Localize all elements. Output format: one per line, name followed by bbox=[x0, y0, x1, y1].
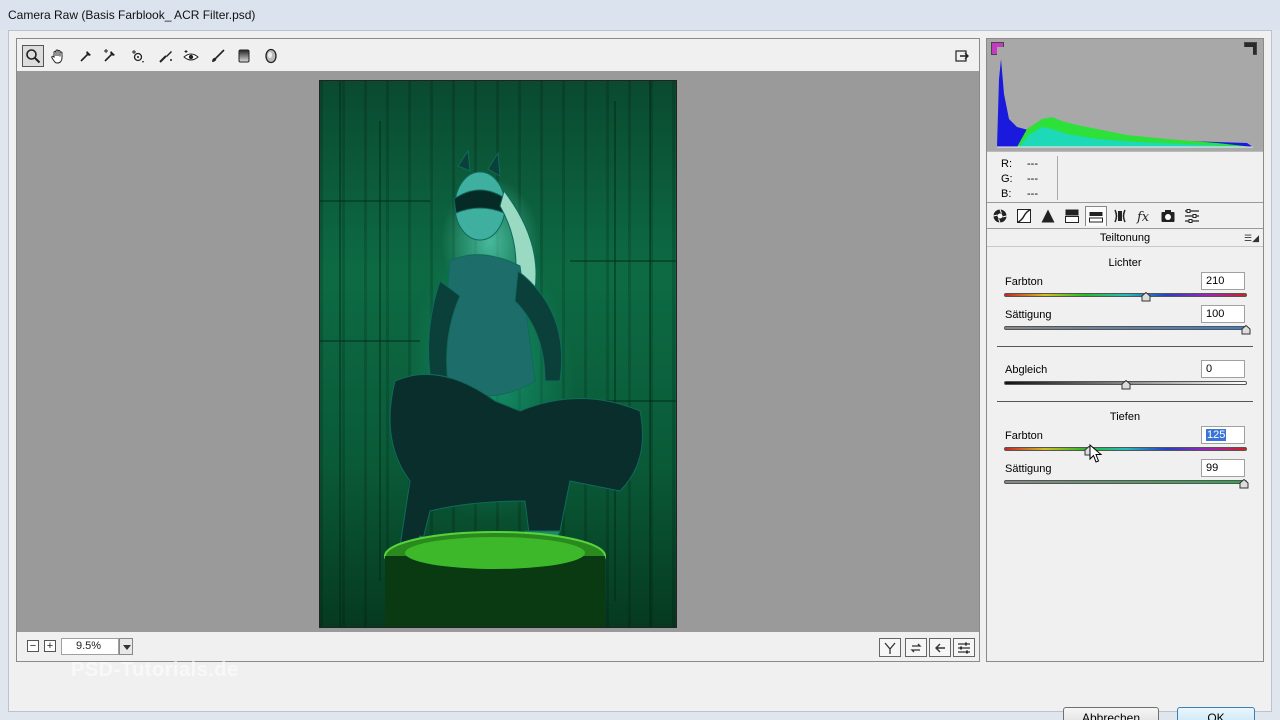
shadows-hue-value: 125 bbox=[1206, 429, 1227, 441]
white-balance-icon[interactable] bbox=[75, 45, 97, 67]
presets-icon bbox=[1185, 209, 1199, 223]
aperture-icon bbox=[993, 209, 1007, 223]
tab-hsl[interactable] bbox=[1061, 206, 1083, 226]
fx-icon: fx bbox=[1136, 210, 1150, 224]
targeted-adjustment-icon[interactable] bbox=[127, 45, 149, 67]
panel-menu-icon[interactable]: ☰◢ bbox=[1244, 233, 1259, 244]
camera-icon bbox=[1161, 210, 1175, 222]
swap-icon bbox=[910, 643, 922, 652]
balance-label: Abgleich bbox=[1005, 364, 1048, 376]
graduated-filter-icon[interactable] bbox=[233, 45, 255, 67]
adjustment-brush-icon[interactable] bbox=[207, 45, 229, 67]
histogram bbox=[987, 39, 1263, 151]
highlights-saturation-label: Sättigung bbox=[1005, 309, 1052, 321]
window-title: Camera Raw (Basis Farblook_ ACR Filter.p… bbox=[8, 8, 256, 22]
g-label: G: bbox=[1001, 173, 1013, 185]
before-after-toggle-button[interactable] bbox=[879, 638, 901, 657]
hand-icon[interactable] bbox=[47, 45, 69, 67]
ok-button[interactable]: OK bbox=[1177, 707, 1255, 720]
view-settings-button[interactable] bbox=[953, 638, 975, 657]
watermark-text: PSD-Tutorials.de bbox=[71, 659, 239, 681]
highlights-saturation-field[interactable]: 100 bbox=[1201, 305, 1245, 323]
shadows-saturation-field[interactable]: 99 bbox=[1201, 459, 1245, 477]
lens-icon bbox=[1114, 209, 1126, 223]
zoom-in-button[interactable]: + bbox=[44, 640, 56, 652]
hsl-icon bbox=[1065, 209, 1079, 223]
r-label: R: bbox=[1001, 158, 1012, 170]
tab-tone-curve[interactable] bbox=[1013, 206, 1035, 226]
tab-presets[interactable] bbox=[1181, 206, 1203, 226]
shadows-title: Tiefen bbox=[1109, 411, 1141, 423]
zoom-icon[interactable] bbox=[22, 45, 44, 67]
preview-canvas[interactable] bbox=[17, 73, 979, 631]
panel-tabs: fx bbox=[987, 203, 1263, 229]
image-editor: − + 9.5% bbox=[16, 38, 980, 662]
tab-effects[interactable]: fx bbox=[1133, 206, 1155, 226]
copy-settings-button[interactable] bbox=[929, 638, 951, 657]
tab-split-toning[interactable] bbox=[1085, 206, 1107, 226]
preview-image bbox=[319, 80, 677, 628]
panel-title: Teiltonung ☰◢ bbox=[987, 229, 1263, 247]
highlights-hue-thumb[interactable] bbox=[1141, 292, 1151, 302]
rgb-readout: R: --- G: --- B: --- bbox=[987, 151, 1263, 203]
mouse-cursor-icon bbox=[1089, 444, 1103, 463]
zoom-dropdown-button[interactable] bbox=[119, 638, 133, 655]
zoom-out-button[interactable]: − bbox=[27, 640, 39, 652]
triangle-icon bbox=[1041, 209, 1055, 223]
tab-basic[interactable] bbox=[989, 206, 1011, 226]
tab-detail[interactable] bbox=[1037, 206, 1059, 226]
highlights-saturation-slider[interactable] bbox=[1004, 326, 1247, 330]
highlights-hue-field[interactable]: 210 bbox=[1201, 272, 1245, 290]
split-view-icon bbox=[884, 642, 896, 654]
sliders-icon bbox=[958, 642, 970, 653]
title-bar: Camera Raw (Basis Farblook_ ACR Filter.p… bbox=[0, 0, 1280, 30]
adjustment-panel: R: --- G: --- B: --- fx Teiltonung ☰◢ Li… bbox=[986, 38, 1264, 662]
arrow-left-icon bbox=[935, 643, 945, 652]
zoom-level-field[interactable]: 9.5% bbox=[61, 638, 119, 655]
red-eye-icon[interactable] bbox=[180, 45, 202, 67]
shadows-hue-slider[interactable] bbox=[1004, 447, 1247, 451]
shadows-saturation-slider[interactable] bbox=[1004, 480, 1247, 484]
svg-text:fx: fx bbox=[1136, 210, 1150, 224]
highlights-hue-label: Farbton bbox=[1005, 276, 1043, 288]
highlights-title: Lichter bbox=[1108, 257, 1142, 269]
balance-field[interactable]: 0 bbox=[1201, 360, 1245, 378]
shadows-hue-field[interactable]: 125 bbox=[1201, 426, 1245, 444]
highlights-hue-slider[interactable] bbox=[1004, 293, 1247, 297]
balance-thumb[interactable] bbox=[1121, 380, 1131, 390]
cancel-button[interactable]: Abbrechen bbox=[1063, 707, 1159, 720]
shadows-saturation-thumb[interactable] bbox=[1239, 479, 1249, 489]
color-sampler-icon[interactable] bbox=[99, 45, 121, 67]
b-value: --- bbox=[1027, 188, 1038, 200]
spot-removal-icon[interactable] bbox=[155, 45, 177, 67]
shadows-saturation-label: Sättigung bbox=[1005, 463, 1052, 475]
status-bar: − + 9.5% bbox=[17, 631, 979, 661]
radial-filter-icon[interactable] bbox=[260, 45, 282, 67]
r-value: --- bbox=[1027, 158, 1038, 170]
g-value: --- bbox=[1027, 173, 1038, 185]
shadows-hue-label: Farbton bbox=[1005, 430, 1043, 442]
swap-settings-button[interactable] bbox=[905, 638, 927, 657]
camera-raw-dialog: − + 9.5% PSD-Tutorials.de R: --- G: --- … bbox=[8, 30, 1272, 720]
highlights-saturation-thumb[interactable] bbox=[1241, 325, 1251, 335]
b-label: B: bbox=[1001, 188, 1012, 200]
tool-bar bbox=[17, 39, 979, 72]
split-toning-icon bbox=[1089, 211, 1103, 222]
toggle-fullscreen-icon[interactable] bbox=[951, 45, 973, 67]
tab-lens-corrections[interactable] bbox=[1109, 206, 1131, 226]
curve-icon bbox=[1017, 208, 1031, 224]
tab-camera-calibration[interactable] bbox=[1157, 206, 1179, 226]
panel-title-text: Teiltonung bbox=[1099, 232, 1151, 244]
